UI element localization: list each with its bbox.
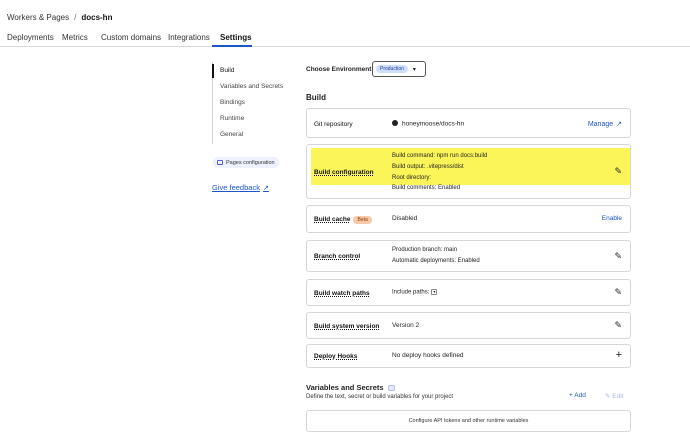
build-watch-paths-label: Build watch paths (314, 290, 370, 297)
sidenav-active-indicator (212, 64, 214, 78)
git-repository-value[interactable]: honeymoose/docs-hn (392, 120, 464, 128)
build-cache-status: Disabled (392, 215, 418, 222)
variables-subtitle: Define the text, secret or build variabl… (306, 394, 454, 400)
production-branch-value: main (444, 247, 458, 253)
variables-empty-card: Configure API tokens and other runtime v… (306, 410, 631, 432)
add-plus-icon[interactable]: + (616, 349, 622, 361)
sidenav-item-general[interactable]: General (220, 131, 243, 138)
tab-bar: Deployments Metrics Custom domains Integ… (0, 26, 690, 47)
root-directory-line: Root directory: (392, 175, 432, 181)
pages-configuration-badge[interactable]: Pages configuration (213, 157, 279, 168)
sidenav-item-build[interactable]: Build (220, 67, 234, 74)
build-cache-label-wrap: Build cache Beta (314, 216, 372, 224)
include-paths-label: Include paths: (392, 289, 430, 296)
branch-control-card: Branch control Production branch: main A… (306, 240, 631, 272)
sidenav-item-runtime[interactable]: Runtime (220, 115, 244, 122)
include-paths-line: Include paths: ▾ (392, 289, 438, 296)
give-feedback-label: Give feedback (212, 183, 260, 192)
edit-pencil-icon[interactable]: ✎ (614, 166, 622, 177)
breadcrumb-separator: / (74, 13, 77, 22)
build-section-title: Build (306, 93, 326, 102)
manage-repository-link[interactable]: Manage ↗ (587, 120, 622, 129)
environment-badge: Production (376, 65, 408, 73)
build-watch-paths-card: Build watch paths Include paths: ▾ ✎ (306, 279, 631, 306)
settings-sidenav: Build Variables and Secrets Bindings Run… (212, 62, 283, 144)
tab-custom-domains[interactable]: Custom domains (101, 33, 161, 42)
production-branch-label: Production branch: (392, 247, 443, 253)
production-branch-line: Production branch: main (392, 247, 457, 253)
deploy-hooks-card: Deploy Hooks No deploy hooks defined + (306, 344, 631, 368)
enable-cache-button[interactable]: Enable (602, 215, 622, 222)
branch-control-label: Branch control (314, 253, 361, 260)
external-link-icon: ↗ (616, 121, 622, 128)
tab-metrics[interactable]: Metrics (62, 33, 88, 42)
edit-variables-button[interactable]: ✎ Edit (605, 392, 623, 400)
edit-pencil-icon: ✎ (605, 393, 611, 400)
variables-empty-text: Configure API tokens and other runtime v… (408, 418, 529, 424)
pages-configuration-label: Pages configuration (226, 159, 275, 166)
variables-info-icon (387, 384, 395, 391)
breadcrumb-workers-pages[interactable]: Workers & Pages (7, 13, 69, 22)
github-icon (392, 120, 398, 126)
manage-label: Manage (587, 120, 614, 128)
include-paths-dropdown-icon[interactable]: ▾ (431, 289, 438, 295)
variables-section-title: Variables and Secrets (306, 383, 395, 392)
environment-label: Choose Environment: (306, 66, 374, 73)
breadcrumb-current: docs-hn (81, 13, 113, 22)
breadcrumb: Workers & Pages / docs-hn (7, 13, 112, 22)
build-configuration-card: Build configuration Build command: npm r… (306, 144, 631, 199)
git-repository-name: honeymoose/docs-hn (402, 120, 465, 128)
build-output-line: Build output: .vitepress/dist (392, 164, 464, 170)
auto-deploy-value: Enabled (457, 258, 480, 264)
edit-pencil-icon[interactable]: ✎ (614, 287, 622, 298)
environment-select[interactable]: Production ▾ (372, 61, 426, 77)
build-comments-line: Build comments: Enabled (392, 185, 461, 191)
edit-variables-label: Edit (612, 393, 624, 400)
build-system-version-label: Build system version (314, 323, 380, 330)
build-configuration-label: Build configuration (314, 169, 374, 176)
chevron-down-icon: ▾ (412, 66, 416, 73)
sidenav-item-variables[interactable]: Variables and Secrets (220, 83, 283, 90)
active-tab-indicator (212, 45, 252, 47)
deploy-hooks-label: Deploy Hooks (314, 353, 358, 360)
beta-badge: Beta (353, 216, 372, 224)
tab-settings[interactable]: Settings (220, 33, 252, 42)
config-file-icon (217, 160, 223, 165)
build-system-version-card: Build system version Version 2 ✎ (306, 312, 631, 339)
build-cache-card: Build cache Beta Disabled Enable (306, 205, 631, 233)
deploy-hooks-value: No deploy hooks defined (392, 352, 464, 359)
build-system-version-value: Version 2 (392, 322, 420, 329)
auto-deploy-label: Automatic deployments: (392, 258, 457, 264)
add-variable-button[interactable]: + Add (569, 392, 586, 399)
git-repository-card: Git repository honeymoose/docs-hn Manage… (306, 108, 631, 138)
tab-integrations[interactable]: Integrations (168, 33, 210, 42)
auto-deploy-line: Automatic deployments: Enabled (392, 258, 480, 264)
build-command-line: Build command: npm run docs:build (392, 153, 488, 159)
sidenav-item-bindings[interactable]: Bindings (220, 99, 245, 106)
give-feedback-link[interactable]: Give feedback ↗ (212, 183, 269, 192)
build-cache-label: Build cache (314, 216, 351, 223)
tab-deployments[interactable]: Deployments (7, 33, 54, 42)
edit-pencil-icon[interactable]: ✎ (614, 320, 622, 331)
git-repository-label: Git repository (314, 121, 353, 128)
edit-pencil-icon[interactable]: ✎ (614, 251, 622, 262)
variables-title-label: Variables and Secrets (306, 383, 384, 392)
external-link-icon: ↗ (262, 184, 269, 192)
